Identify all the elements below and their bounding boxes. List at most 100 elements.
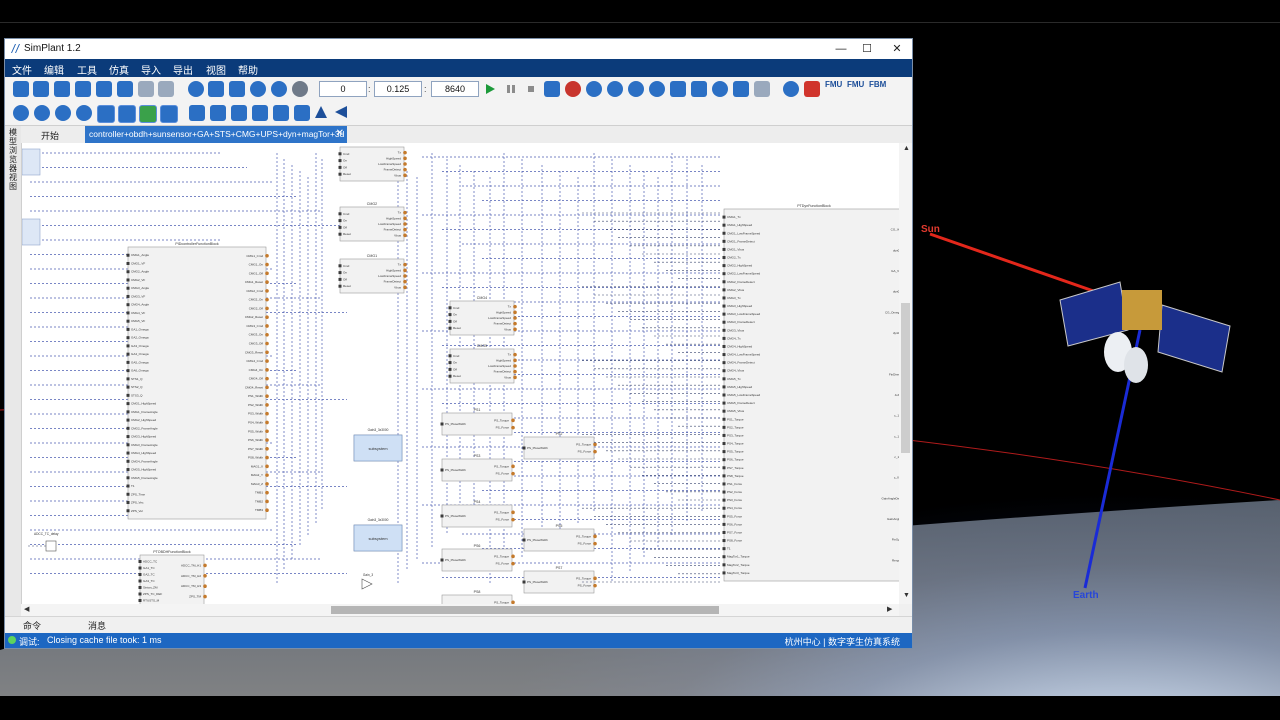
end-time-input[interactable]: 8640 (431, 81, 479, 97)
obdh-block[interactable]: PTOBDHFunctionBlock ADCC_TC GA1_TC GA2_TC GA… (138, 550, 207, 604)
subsystem-block-2[interactable]: subsystem Gain3_3x3000 (353, 518, 403, 552)
tab-model[interactable]: controller+obdh+sunsensor+GA+STS+CMG+UPS… (85, 126, 347, 143)
document-icon[interactable] (229, 81, 245, 97)
close-button[interactable]: ✕ (886, 41, 908, 57)
save-as-icon[interactable] (96, 81, 112, 97)
zoom-out-icon[interactable] (76, 105, 92, 121)
align-middle-icon[interactable] (273, 105, 289, 121)
ps7-block[interactable]: PS7 PS_PluseWidth PS_Torque PS_Force (522, 566, 597, 594)
cmg1-block[interactable]: CMG1 Cmd On Off Reset TxHighSpeed LowFrameSpee… (338, 254, 407, 294)
menu-file[interactable]: 文件 (12, 62, 32, 77)
tab-close-icon[interactable]: ✕ (336, 128, 344, 139)
cmg1-block-out-port (403, 274, 407, 278)
align-center-icon[interactable] (210, 105, 226, 121)
notes-icon[interactable] (733, 81, 749, 97)
debug-bug-icon[interactable] (565, 81, 581, 97)
flip-left-icon[interactable] (334, 105, 348, 119)
save-icon[interactable] (75, 81, 91, 97)
vertical-scrollbar[interactable]: ▲ ▼ (899, 143, 912, 604)
controller-block-in-label: CMG1_VF (131, 261, 145, 265)
start-time-input[interactable]: 0 (319, 81, 367, 97)
horizontal-scroll-thumb[interactable] (331, 606, 719, 614)
settings-gear-icon[interactable] (292, 81, 308, 97)
horizontal-scrollbar[interactable]: ◀ ▶ (21, 604, 899, 616)
ps6-block[interactable]: PS6 PS_PluseWidth PS_Torque PS_Force (440, 544, 515, 572)
device-icon[interactable] (670, 81, 686, 97)
menu-help[interactable]: 帮助 (238, 62, 258, 77)
maximize-button[interactable]: ☐ (856, 41, 878, 57)
sd-icon[interactable] (649, 81, 665, 97)
paste-icon[interactable] (158, 81, 174, 97)
menu-edit[interactable]: 编辑 (44, 62, 64, 77)
connect-line-icon[interactable] (139, 105, 157, 123)
block-diagram-canvas[interactable]: Cmd On Off Reset Tx HighSpeed LowFrameSpeed Fra… (21, 143, 900, 604)
scroll-left-arrow-icon[interactable]: ◀ (24, 605, 29, 613)
run-play-icon[interactable] (484, 83, 496, 95)
cmg5-block[interactable]: CMG5 Cmd On Off Reset TxHighSpeed LowFrameSpee… (448, 344, 517, 384)
undo-icon[interactable] (250, 81, 266, 97)
copy-icon[interactable] (138, 81, 154, 97)
globe-icon[interactable] (783, 81, 799, 97)
tab-command[interactable]: 命令 (23, 619, 41, 632)
ps8-block[interactable]: PS8PS_PluseWidthPS_TorquePS_Force (441, 590, 515, 604)
model-browser-side-tab[interactable]: 模型浏览器视图 (5, 126, 21, 634)
controller-block[interactable]: PIDcontrollerFunctionBlock CMG1_Angle CMG1… (126, 242, 269, 520)
scroll-right-arrow-icon[interactable]: ▶ (887, 605, 892, 613)
dyn-block-in-port (722, 393, 726, 397)
pdf-icon[interactable] (804, 81, 820, 97)
dyn-block[interactable]: PTDynFunctionBlock CMG1_Tx CMG1_HighSpeed C… (722, 204, 901, 582)
link-icon[interactable] (544, 81, 560, 97)
align-left-icon[interactable] (189, 105, 205, 121)
tab-start[interactable]: 开始 (41, 129, 59, 142)
record-icon[interactable] (691, 81, 707, 97)
fbm-button[interactable]: FBM (869, 80, 886, 89)
title-bar[interactable]: SimPlant 1.2 — ☐ ✕ (5, 39, 912, 59)
vertical-scroll-thumb[interactable] (901, 303, 910, 453)
ps1-block[interactable]: PS1 PS_PluseWidth PS_Torque PS_Force (440, 408, 515, 436)
scroll-up-arrow-icon[interactable]: ▲ (903, 145, 910, 152)
view-3d-icon[interactable] (628, 81, 644, 97)
subsystem-block-1[interactable]: subsystem Gain3_3x3000 (353, 428, 403, 462)
menu-export[interactable]: 导出 (173, 62, 193, 77)
stop-icon[interactable] (525, 83, 537, 95)
menu-tools[interactable]: 工具 (77, 62, 97, 77)
home-icon[interactable] (13, 105, 29, 121)
zoom-fit-icon[interactable] (34, 105, 50, 121)
fmu-import-button[interactable]: FMU (847, 80, 864, 89)
align-right-icon[interactable] (231, 105, 247, 121)
controller-block-in-port (126, 261, 130, 265)
fmu-export-button[interactable]: FMU (825, 80, 842, 89)
zoom-in-icon[interactable] (55, 105, 71, 121)
delete-icon[interactable] (188, 81, 204, 97)
minimize-button[interactable]: — (830, 41, 852, 57)
menu-import[interactable]: 导入 (141, 62, 161, 77)
ps4-block[interactable]: PS4 PS_PluseWidth PS_Torque PS_Force (440, 500, 515, 528)
align-bottom-icon[interactable] (294, 105, 310, 121)
redo-icon[interactable] (271, 81, 287, 97)
clock-icon[interactable] (712, 81, 728, 97)
cmg2-block[interactable]: CMG2 Cmd On Off Reset TxHighSpeed LowFrameSpee… (338, 202, 407, 242)
ps4-block-in-port (440, 514, 444, 518)
list-icon[interactable] (754, 81, 770, 97)
flip-up-icon[interactable] (314, 105, 328, 119)
duplicate-icon[interactable] (208, 81, 224, 97)
network-icon[interactable] (586, 81, 602, 97)
scroll-down-arrow-icon[interactable]: ▼ (903, 592, 910, 599)
menu-view[interactable]: 视图 (206, 62, 226, 77)
step-size-input[interactable]: 0.125 (374, 81, 422, 97)
analysis-a-icon[interactable] (607, 81, 623, 97)
select-mode-icon[interactable] (97, 105, 115, 123)
menu-simulation[interactable]: 仿真 (109, 62, 129, 77)
ps6-block-title: PS6 (474, 544, 481, 548)
cmg4-block[interactable]: CMG4 Cmd On Off Reset TxHighSpeed LowFrameSpee… (448, 296, 517, 336)
frame-icon[interactable] (160, 105, 178, 123)
pause-icon[interactable] (505, 83, 517, 95)
save-all-icon[interactable] (117, 81, 133, 97)
align-top-icon[interactable] (252, 105, 268, 121)
import-icon[interactable] (54, 81, 70, 97)
cmg-block-top[interactable]: Cmd On Off Reset TxHighSpeed LowFrameSpeed Fra… (338, 146, 407, 182)
tab-messages[interactable]: 消息 (88, 619, 106, 632)
new-file-icon[interactable] (13, 81, 29, 97)
open-folder-icon[interactable] (33, 81, 49, 97)
pan-mode-icon[interactable] (118, 105, 136, 123)
